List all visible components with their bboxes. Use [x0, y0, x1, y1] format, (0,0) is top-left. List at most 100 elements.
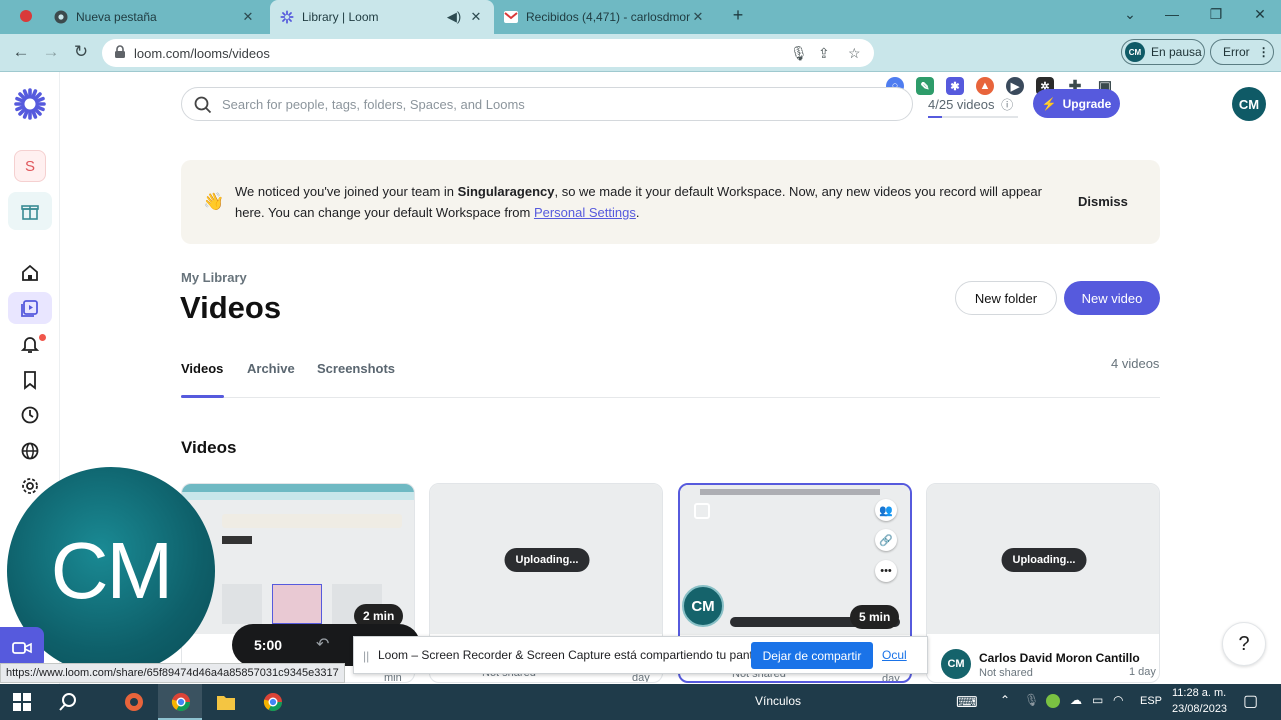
video-quota-bar — [928, 116, 1018, 118]
browser-tab-bar: Nueva pestaña ✕ Library | Loom ◀) ✕ Reci… — [0, 0, 1281, 34]
tab-title: Nueva pestaña — [76, 10, 157, 24]
tab-new-tab[interactable]: Nueva pestaña ✕ — [44, 0, 266, 34]
loom-logo-icon[interactable] — [14, 88, 46, 120]
error-label: Error — [1223, 45, 1250, 59]
copy-link-icon[interactable]: 🔗 — [875, 529, 897, 551]
notifications-icon[interactable]: ▢ — [1243, 691, 1258, 711]
personal-settings-link[interactable]: Personal Settings — [534, 205, 636, 220]
settings-gear-icon[interactable] — [19, 475, 41, 497]
url-text: loom.com/looms/videos — [134, 46, 270, 61]
close-tab-icon[interactable]: ✕ — [468, 9, 484, 25]
cloud-icon[interactable]: ☁ — [1070, 693, 1082, 707]
back-button[interactable]: ← — [10, 42, 32, 62]
extension-pen-icon[interactable]: ✎ — [916, 77, 934, 95]
bell-icon[interactable] — [19, 333, 41, 355]
clock-time[interactable]: 11:28 a. m. — [1172, 687, 1226, 699]
notification-badge — [39, 334, 46, 341]
microphone-icon[interactable]: 🎙 — [790, 45, 808, 62]
restart-icon[interactable]: ↶ — [316, 634, 329, 654]
links-toolbar-label[interactable]: Vínculos — [755, 694, 801, 708]
search-placeholder: Search for people, tags, folders, Spaces… — [222, 97, 525, 112]
select-checkbox[interactable] — [694, 503, 710, 519]
windows-start-icon[interactable] — [11, 691, 33, 713]
tab-search-chevron-icon[interactable]: ⌄ — [1118, 6, 1142, 23]
loom-icon — [280, 10, 294, 24]
address-bar[interactable]: loom.com/looms/videos 🎙 ⇪ ☆ — [102, 39, 874, 67]
search-input[interactable]: Search for people, tags, folders, Spaces… — [181, 87, 913, 121]
keyboard-icon[interactable]: ⌨ — [956, 693, 978, 711]
drag-handle-icon[interactable]: || — [363, 649, 369, 663]
browser-toolbar: ← → ↻ loom.com/looms/videos 🎙 ⇪ ☆ ○ ✎ ✱ … — [0, 34, 1281, 95]
language-indicator[interactable]: ESP — [1140, 695, 1162, 707]
forward-button[interactable]: → — [40, 42, 62, 62]
stop-sharing-button[interactable]: Dejar de compartir — [751, 642, 873, 669]
microphone-icon[interactable]: 🎙 — [1024, 693, 1039, 707]
minimize-button[interactable]: — — [1160, 6, 1184, 22]
clock-date[interactable]: 23/08/2023 — [1172, 703, 1227, 715]
share-icon[interactable]: ⇪ — [818, 45, 830, 62]
dismiss-button[interactable]: Dismiss — [1078, 194, 1128, 209]
tab-library-loom[interactable]: Library | Loom ◀) ✕ — [270, 0, 494, 34]
duration-badge: 5 min — [850, 605, 900, 629]
loom-extension-icon[interactable]: ✱ — [946, 77, 964, 95]
share-people-icon[interactable]: 👥 — [875, 499, 897, 521]
close-tab-icon[interactable]: ✕ — [690, 9, 706, 25]
new-video-button[interactable]: New video — [1064, 281, 1160, 315]
lightning-icon: ⚡ — [1041, 96, 1057, 111]
new-folder-button[interactable]: New folder — [955, 281, 1057, 315]
chrome-icon[interactable] — [262, 691, 284, 713]
battery-icon[interactable]: ▭ — [1092, 693, 1103, 707]
globe-icon[interactable] — [19, 440, 41, 462]
new-tab-button[interactable]: + — [726, 5, 750, 26]
tab-title: Library | Loom — [302, 10, 379, 24]
tab-videos[interactable]: Videos — [181, 361, 223, 376]
chrome-icon[interactable] — [170, 691, 192, 713]
close-window-button[interactable]: ✕ — [1248, 6, 1272, 23]
owner-avatar: CM — [941, 649, 971, 679]
video-card[interactable]: Uploading... CM Carlos David Moron Canti… — [926, 483, 1160, 683]
sharing-status[interactable]: Not shared — [979, 667, 1033, 679]
profile-button[interactable]: CM En pausa — [1121, 39, 1205, 65]
speaker-icon[interactable]: ◀) — [446, 9, 462, 25]
library-videos-icon[interactable] — [8, 292, 52, 324]
gift-icon[interactable] — [8, 192, 52, 230]
tab-archive[interactable]: Archive — [247, 361, 295, 376]
team-name: Singularagency — [457, 184, 555, 199]
bookmark-star-icon[interactable]: ☆ — [848, 45, 861, 62]
breadcrumb[interactable]: My Library — [181, 270, 247, 285]
more-options-icon[interactable]: ••• — [875, 560, 897, 582]
video-camera-icon — [12, 642, 32, 654]
card-time: day — [882, 673, 900, 683]
workspace-banner: 👋 We noticed you've joined your team in … — [181, 160, 1160, 244]
banner-text: . — [635, 205, 640, 220]
video-quota[interactable]: 4/25 videos ⓘ — [928, 96, 1018, 118]
close-tab-icon[interactable]: ✕ — [240, 9, 256, 25]
status-green-icon[interactable] — [1046, 694, 1060, 708]
error-menu-button[interactable]: Error ⋮ — [1210, 39, 1274, 65]
extension-play-icon[interactable]: ▶ — [1006, 77, 1024, 95]
maximize-button[interactable]: ❐ — [1204, 6, 1228, 23]
user-avatar[interactable]: CM — [1232, 87, 1266, 121]
upgrade-button[interactable]: ⚡ Upgrade — [1033, 89, 1120, 118]
workspace-switcher[interactable]: S — [14, 150, 46, 182]
chevron-up-icon[interactable]: ⌃ — [1000, 693, 1010, 707]
wifi-icon[interactable]: ◠ — [1113, 693, 1123, 707]
clock-icon[interactable] — [19, 404, 41, 426]
file-explorer-icon[interactable] — [215, 691, 237, 713]
recording-timer: 5:00 — [254, 637, 283, 653]
home-icon[interactable] — [19, 262, 41, 284]
help-button[interactable]: ? — [1222, 622, 1266, 666]
video-thumbnail[interactable]: Uploading... — [430, 484, 662, 634]
app-icon[interactable] — [123, 691, 145, 713]
bookmark-icon[interactable] — [19, 369, 41, 391]
screen-share-bar: || Loom – Screen Recorder & Screen Captu… — [353, 636, 928, 674]
video-thumbnail[interactable]: Uploading... — [927, 484, 1159, 634]
tab-screenshots[interactable]: Screenshots — [317, 361, 395, 376]
search-icon[interactable] — [57, 691, 79, 713]
library-tabs: Videos Archive Screenshots — [181, 361, 1160, 398]
link-preview-status: https://www.loom.com/share/65f89474d46a4… — [0, 663, 345, 683]
tab-gmail[interactable]: Recibidos (4,471) - carlosdmoron ✕ — [494, 0, 716, 34]
reload-button[interactable]: ↻ — [70, 42, 92, 62]
hide-share-bar-link[interactable]: Ocul — [882, 648, 907, 662]
extension-fire-icon[interactable]: ▲ — [976, 77, 994, 95]
